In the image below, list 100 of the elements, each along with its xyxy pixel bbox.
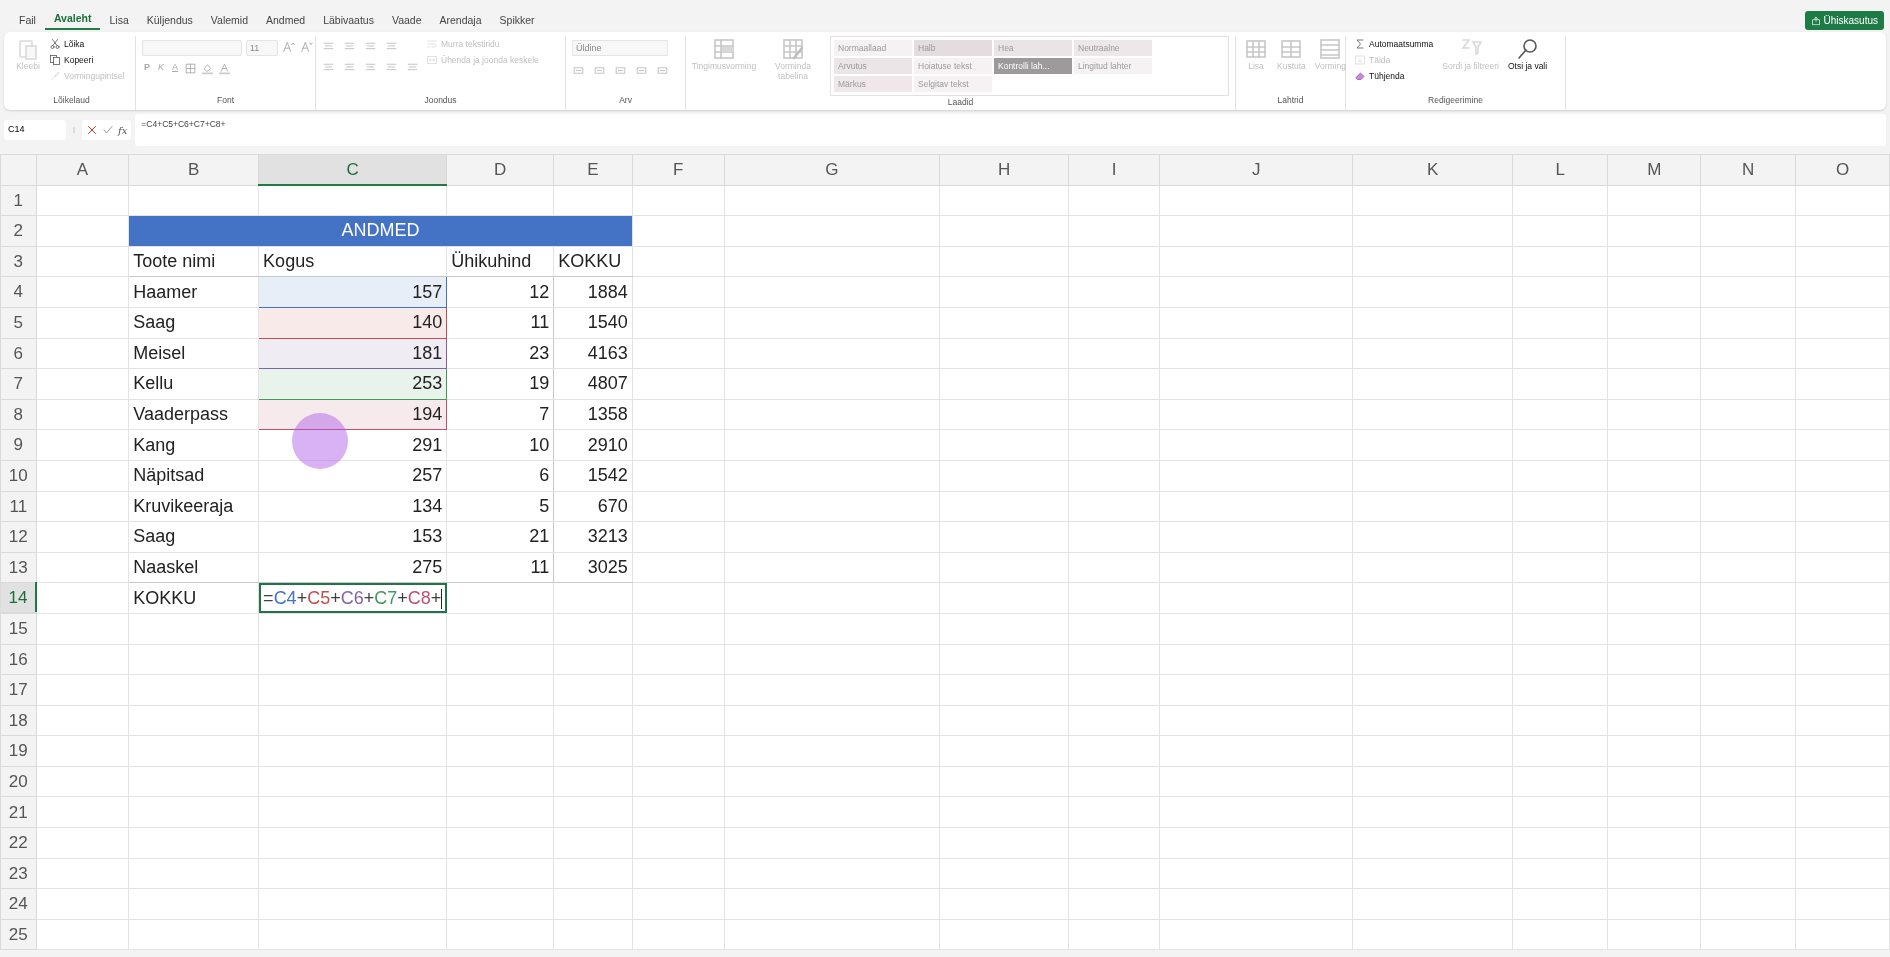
column-header[interactable]: A [36, 154, 129, 186]
column-header[interactable]: F [632, 154, 725, 186]
row-header[interactable]: 15 [0, 613, 37, 644]
row-header[interactable]: 6 [0, 338, 37, 369]
column-header[interactable]: K [1352, 154, 1513, 186]
table-cell: 253 [258, 368, 447, 400]
insert-cells-icon [1244, 37, 1268, 61]
row-header[interactable]: 13 [0, 552, 37, 583]
group-label: Font [216, 94, 235, 108]
menu-tab[interactable]: Valemid [201, 13, 257, 30]
row-header[interactable]: 11 [0, 491, 37, 522]
select-all-corner[interactable] [0, 154, 37, 186]
cancel-icon[interactable] [86, 124, 98, 136]
menu-tab[interactable]: Vaade [382, 13, 431, 30]
scissors-icon [49, 38, 61, 50]
table-cell: 134 [258, 491, 447, 522]
row-header[interactable]: 17 [0, 674, 37, 706]
table-cell: KOKKU [553, 246, 633, 277]
column-header[interactable]: C [258, 154, 447, 186]
font-name-field[interactable] [142, 40, 242, 56]
menu-tab[interactable]: Avaleht [44, 11, 101, 30]
insert-function-button[interactable]: fx [118, 122, 128, 138]
row-header[interactable]: 23 [0, 858, 37, 889]
menu-tab[interactable]: Fail [10, 13, 45, 30]
table-cell: Ühikuhind [446, 246, 554, 277]
table-cell: 3025 [553, 552, 633, 583]
merge-cells-icon [426, 54, 438, 66]
font-color-icon [218, 61, 232, 75]
conditional-format-icon [712, 37, 736, 61]
menu-tab[interactable]: Andmed [257, 13, 315, 30]
column-header[interactable]: I [1068, 154, 1160, 186]
column-header[interactable]: N [1700, 154, 1796, 186]
row-header[interactable]: 8 [0, 399, 37, 430]
row-header[interactable]: 25 [0, 919, 37, 950]
table-cell: 2910 [553, 429, 633, 461]
share-button[interactable]: Ühiskasutus [1804, 11, 1884, 30]
row-header[interactable]: 2 [0, 215, 37, 247]
table-cell: 11 [446, 307, 554, 339]
clipboard-icon [16, 37, 40, 61]
active-cell[interactable]: =C4+C5+C6+C7+C8+ [258, 582, 447, 614]
menu-tab[interactable]: Küljendus [137, 13, 202, 30]
menu-tab[interactable]: Läbivaatus [314, 13, 383, 30]
column-header[interactable]: H [939, 154, 1069, 186]
menu-tab[interactable]: Lisa [100, 13, 138, 30]
row-header[interactable]: 22 [0, 827, 37, 859]
eraser-icon [1354, 70, 1366, 82]
table-cell: 3213 [553, 521, 633, 553]
ribbon-button[interactable]: Tühjenda [1352, 68, 1436, 84]
check-icon[interactable] [102, 124, 114, 136]
column-header[interactable]: J [1159, 154, 1353, 186]
table-cell: Näpitsad [128, 460, 259, 492]
column-header[interactable]: E [553, 154, 633, 186]
group-label: Laadid [946, 96, 975, 109]
row-header[interactable]: 12 [0, 521, 37, 553]
row-header[interactable]: 18 [0, 705, 37, 736]
row-header[interactable]: 10 [0, 460, 37, 492]
column-header[interactable]: B [128, 154, 259, 186]
row-header[interactable]: 21 [0, 796, 37, 828]
ribbon-button[interactable]: Otsi ja vali [1505, 36, 1550, 72]
row-header[interactable]: 24 [0, 888, 37, 920]
row-header[interactable]: 1 [0, 185, 37, 216]
table-cell: 194 [258, 399, 447, 430]
row-header[interactable]: 14 [0, 582, 37, 614]
group-label: Arv [618, 94, 633, 108]
table-cell: 5 [446, 491, 554, 522]
column-header[interactable]: G [724, 154, 940, 186]
row-header[interactable]: 5 [0, 307, 37, 339]
formula-token: = [263, 587, 274, 608]
table-cell: 1540 [553, 307, 633, 339]
row-header[interactable]: 20 [0, 766, 37, 797]
column-header[interactable]: L [1512, 154, 1608, 186]
column-header[interactable]: D [446, 154, 554, 186]
formula-field[interactable]: =C4+C5+C6+C7+C8+ [135, 114, 1886, 146]
number-format-field[interactable]: Üldine [572, 40, 668, 56]
column-header[interactable]: O [1795, 154, 1890, 186]
borders-icon [184, 61, 198, 75]
menu-tab[interactable]: Arendaja [430, 13, 491, 30]
table-cell: 7 [446, 399, 554, 430]
formula-token: C6 [340, 587, 364, 608]
delete-cells-icon [1279, 37, 1304, 61]
name-box[interactable]: C14 [4, 120, 66, 140]
row-header[interactable]: 7 [0, 368, 37, 400]
ribbon-button[interactable]: Lõika [47, 36, 127, 52]
ribbon-button[interactable]: Automaatsumma [1352, 36, 1436, 52]
row-header[interactable]: 4 [0, 276, 37, 308]
font-size-field[interactable]: 11 [246, 40, 278, 56]
table-cell: 10 [446, 429, 554, 461]
ribbon-button[interactable]: Kopeeri [47, 52, 127, 68]
wrap-text-icon [426, 38, 438, 50]
menu-tab[interactable]: Spikker [490, 13, 544, 30]
row-header[interactable]: 9 [0, 429, 37, 461]
table-cell: 23 [446, 338, 554, 369]
formula-token: + [330, 587, 341, 608]
text-cursor [441, 588, 443, 609]
formula-token: C7 [374, 587, 398, 608]
row-header[interactable]: 19 [0, 735, 37, 767]
row-header[interactable]: 3 [0, 246, 37, 277]
row-header[interactable]: 16 [0, 644, 37, 675]
column-header[interactable]: M [1607, 154, 1701, 186]
table-cell: KOKKU [128, 582, 259, 614]
